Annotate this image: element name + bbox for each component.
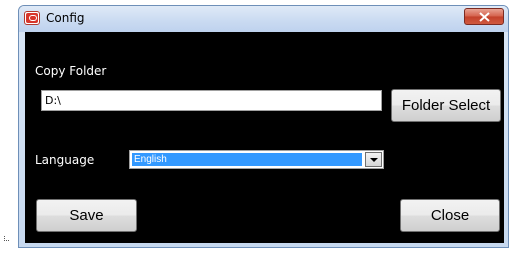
save-button[interactable]: Save: [36, 199, 137, 232]
resize-marker: [4, 236, 9, 241]
copy-folder-input[interactable]: [41, 90, 382, 111]
dialog-body: Copy Folder Folder Select Language Engli…: [25, 32, 504, 243]
app-icon: [24, 11, 40, 25]
folder-select-button[interactable]: Folder Select: [391, 89, 501, 122]
window-close-button[interactable]: [464, 8, 504, 25]
chevron-down-icon[interactable]: [365, 152, 382, 167]
language-selected-value: English: [132, 153, 362, 166]
language-select[interactable]: English: [129, 150, 384, 169]
title-bar[interactable]: Config: [19, 6, 508, 32]
copy-folder-label: Copy Folder: [35, 64, 107, 78]
config-window: Config Copy Folder Folder Select Languag…: [18, 5, 509, 248]
close-button[interactable]: Close: [400, 199, 500, 232]
language-label: Language: [35, 153, 95, 167]
close-icon: [479, 12, 490, 22]
window-title: Config: [46, 11, 85, 25]
